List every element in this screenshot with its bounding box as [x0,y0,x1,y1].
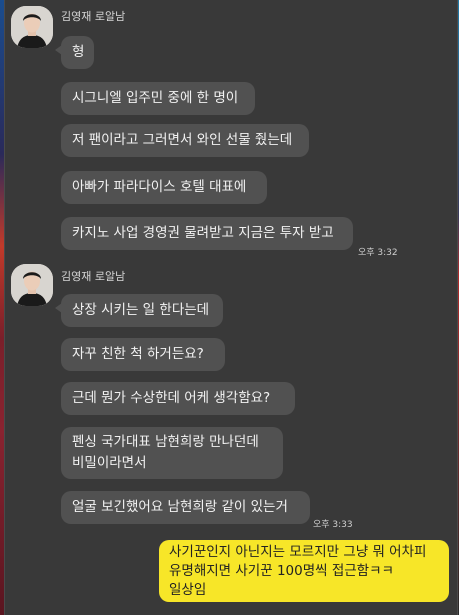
message-text: 상장 시키는 일 한다는데 [72,302,210,318]
message-bubble[interactable]: 시그니엘 입주민 중에 한 명이 [61,82,255,115]
message-bubble[interactable]: 상장 시키는 일 한다는데 [55,294,223,327]
message-text-line: 일상임 [169,582,207,598]
sender-avatar[interactable] [11,6,53,48]
message-text: 자꾸 친한 척 하거든요? [72,346,204,362]
sender-avatar[interactable] [11,264,53,306]
message-text: 얼굴 보긴했어요 남현희랑 같이 있는거 [72,499,288,515]
message-bubble[interactable]: 형 [55,36,94,69]
avatar-photo-icon [11,6,53,48]
message-time: 오후 3:32 [358,248,398,258]
chat-window: 김영재 로알남 형 시그니엘 입주민 중에 한 명이 저 팬이라고 그러면서 와… [4,0,458,615]
message-text: 시그니엘 입주민 중에 한 명이 [72,90,239,106]
sender-name: 김영재 로알남 [61,10,126,23]
message-bubble[interactable]: 카지노 사업 경영권 물려받고 지금은 투자 받고 [61,217,353,250]
message-text-line: 비밀이라면서 [72,455,147,471]
message-text-line: 펜싱 국가대표 남현희랑 만나던데 [72,434,259,450]
avatar-photo-icon [11,264,53,306]
message-text: 형 [72,44,85,60]
message-text-line: 유명해지면 사기꾼 100명씩 접근함ㅋㅋ [169,563,394,579]
message-bubble[interactable]: 근데 뭔가 수상한데 어케 생각함요? [61,382,295,415]
message-bubble[interactable]: 얼굴 보긴했어요 남현희랑 같이 있는거 [61,491,310,524]
message-bubble[interactable]: 저 팬이라고 그러면서 와인 선물 줬는데 [61,124,309,157]
message-bubble[interactable]: 자꾸 친한 척 하거든요? [61,338,225,371]
message-text: 저 팬이라고 그러면서 와인 선물 줬는데 [72,132,293,148]
message-text-line: 사기꾼인지 아닌지는 모르지만 그냥 뭐 어차피 [169,544,427,560]
message-text: 근데 뭔가 수상한데 어케 생각함요? [72,390,271,406]
my-message-bubble[interactable]: 사기꾼인지 아닌지는 모르지만 그냥 뭐 어차피 유명해지면 사기꾼 100명씩… [159,540,449,602]
message-text: 아빠가 파라다이스 호텔 대표에 [72,179,247,195]
message-bubble[interactable]: 펜싱 국가대표 남현희랑 만나던데 비밀이라면서 [61,427,283,479]
message-time: 오후 3:33 [313,520,353,530]
message-text: 카지노 사업 경영권 물려받고 지금은 투자 받고 [72,225,334,241]
message-bubble[interactable]: 아빠가 파라다이스 호텔 대표에 [61,171,267,204]
sender-name: 김영재 로알남 [61,270,126,283]
